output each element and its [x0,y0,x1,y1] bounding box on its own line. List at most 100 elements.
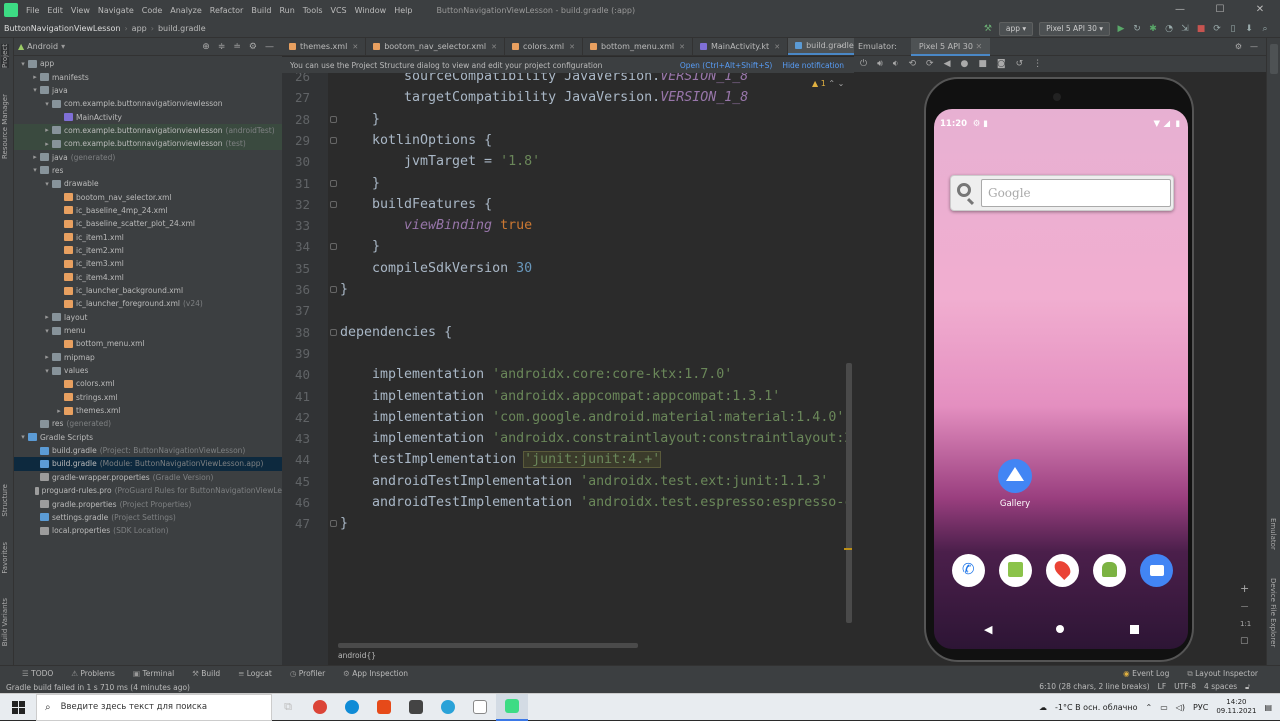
device-file-explorer-tool-tab[interactable]: Device File Explorer [1269,578,1277,647]
windows-start-icon[interactable] [0,694,36,721]
tool-tab-build[interactable]: ⚒ Build [192,669,220,678]
fold-marker-icon[interactable] [330,136,337,144]
tool-tab-terminal[interactable]: ▣ Terminal [133,669,174,678]
device-select[interactable]: Pixel 5 API 30 ▾ [1039,22,1110,36]
close-icon[interactable]: ✕ [679,43,685,51]
menu-item-analyze[interactable]: Analyze [166,6,206,15]
tree-item[interactable]: ▸ com.example.buttonnavigationviewlesson(… [14,137,282,151]
fold-marker-icon[interactable] [330,286,337,293]
code-line[interactable]: 41 implementation 'androidx.appcompat:app… [282,386,854,407]
tree-item[interactable]: ▸ themes.xml [14,404,282,417]
expand-all-icon[interactable]: ≑ [218,42,226,52]
run-icon[interactable]: ▶ [1116,24,1126,34]
warning-marker[interactable] [844,548,852,550]
volume-icon[interactable]: ◁) [1176,703,1185,712]
code-line[interactable]: 43 implementation 'androidx.constraintlay… [282,428,854,449]
chrome-icon[interactable] [304,694,336,721]
tree-arrow-icon[interactable]: ▸ [30,73,40,81]
tool-tab-profiler[interactable]: ◷ Profiler [290,669,325,678]
indent-setting[interactable]: 4 spaces [1204,682,1237,692]
overview-icon[interactable]: ■ [978,59,987,69]
tree-item[interactable]: ic_baseline_4mp_24.xml [14,204,282,217]
file-encoding[interactable]: UTF-8 [1174,682,1196,692]
tree-arrow-icon[interactable]: ▾ [30,166,40,174]
notepad-icon[interactable] [464,694,496,721]
sdk-manager-icon[interactable]: ⬇ [1244,24,1254,34]
camera-app-icon[interactable] [1140,554,1173,587]
breadcrumb-project[interactable]: ButtonNavigationViewLesson [0,24,124,33]
tree-item[interactable]: ic_item4.xml [14,271,282,284]
tree-arrow-icon[interactable]: ▾ [42,367,52,375]
editor-tab[interactable]: bottom_menu.xml ✕ [583,38,693,55]
volume-up-icon[interactable]: 🔊︎ [877,59,883,69]
tree-item[interactable]: gradle.properties (Project Properties) [14,497,282,510]
gear-icon[interactable]: ⚙ [249,42,257,52]
code-line[interactable]: 44 testImplementation 'junit:junit:4.+' [282,449,854,470]
fold-marker-icon[interactable] [330,200,337,208]
hammer-icon[interactable]: ⚒ [983,24,993,34]
tree-item[interactable]: ▾ com.example.buttonnavigationviewlesson [14,97,282,110]
sync-gradle-icon[interactable]: ⟳ [1212,24,1222,34]
weather-text[interactable]: -1°C В осн. облачно [1055,703,1137,712]
close-icon[interactable]: ✕ [491,43,497,51]
tree-item[interactable]: ▾ app [14,57,282,70]
hide-icon[interactable]: — [1250,42,1258,51]
editor-tab[interactable]: bootom_nav_selector.xml ✕ [366,38,505,55]
code-line[interactable]: 45 androidTestImplementation 'androidx.te… [282,471,854,492]
menu-item-file[interactable]: File [22,6,43,15]
phone-back-icon[interactable]: ◀ [984,623,992,636]
close-icon[interactable]: ✕ [352,43,358,51]
menu-item-code[interactable]: Code [138,6,166,15]
tool-tab-event-log[interactable]: ◉ Event Log [1123,669,1169,679]
favorites-tool-tab[interactable]: Favorites [1,542,9,574]
collapse-all-icon[interactable]: ≐ [233,42,241,52]
store-app-icon[interactable] [999,554,1032,587]
stop-icon[interactable]: ■ [1196,24,1206,34]
tool-tab-todo[interactable]: ☰ TODO [22,669,53,678]
line-separator[interactable]: LF [1158,682,1167,692]
avd-manager-icon[interactable]: ▯ [1228,24,1238,34]
tree-item[interactable]: ic_launcher_background.xml [14,284,282,297]
phone-app-icon[interactable]: ✆ [952,554,985,587]
tree-item[interactable]: MainActivity [14,110,282,123]
code-line[interactable]: 26 sourceCompatibility JavaVersion.VERSIO… [282,73,854,87]
fold-marker-icon[interactable] [330,520,337,528]
tree-item[interactable]: colors.xml [14,377,282,390]
close-icon[interactable]: ✕ [569,43,575,51]
tree-arrow-icon[interactable]: ▸ [42,126,52,134]
menu-item-window[interactable]: Window [351,6,391,15]
build-variants-tool-tab[interactable]: Build Variants [1,598,9,646]
lock-icon[interactable]: 🔓︎ [1245,682,1250,692]
code-editor[interactable]: 26 sourceCompatibility JavaVersion.VERSIO… [282,73,854,665]
tree-item[interactable]: ic_launcher_foreground.xml (v24) [14,297,282,310]
back-icon[interactable]: ◀ [944,59,951,69]
apply-changes-icon[interactable]: ↻ [1132,24,1142,34]
search-icon[interactable]: ⌕ [1260,24,1270,34]
volume-down-icon[interactable]: 🔉︎ [893,59,899,69]
code-line[interactable]: 46 androidTestImplementation 'androidx.te… [282,492,854,513]
maps-app-icon[interactable] [1046,554,1079,587]
code-line[interactable]: 29 kotlinOptions { [282,130,854,151]
tree-item[interactable]: ▾ drawable [14,177,282,190]
tree-arrow-icon[interactable]: ▸ [42,313,52,321]
tree-arrow-icon[interactable]: ▸ [42,140,52,148]
clock[interactable]: 14:20 09.11.2021 [1216,698,1256,716]
app-icon[interactable] [400,694,432,721]
fold-marker-icon[interactable] [330,328,337,336]
tree-item[interactable]: ▾ values [14,364,282,377]
breadcrumb-file[interactable]: build.gradle [154,24,210,33]
tree-item[interactable]: ▾ menu [14,324,282,337]
tree-item[interactable]: build.gradle (Module: ButtonNavigationVie… [14,457,282,471]
vertical-scrollbar[interactable] [846,363,852,623]
menu-item-help[interactable]: Help [390,6,416,15]
open-project-structure-link[interactable]: Open (Ctrl+Alt+Shift+S) [680,61,772,70]
tree-item[interactable]: bootom_nav_selector.xml [14,190,282,203]
zoom-out-icon[interactable]: − [1240,600,1249,613]
editor-breadcrumb[interactable]: android{} [338,651,376,660]
run-config-select[interactable]: app ▾ [998,22,1034,36]
tree-arrow-icon[interactable]: ▾ [30,86,40,94]
emulator-tool-tab[interactable]: Emulator [1269,518,1277,550]
horizontal-scrollbar[interactable] [338,643,638,648]
profile-icon[interactable]: ◔ [1164,24,1174,34]
close-icon[interactable]: ✕ [774,43,780,51]
